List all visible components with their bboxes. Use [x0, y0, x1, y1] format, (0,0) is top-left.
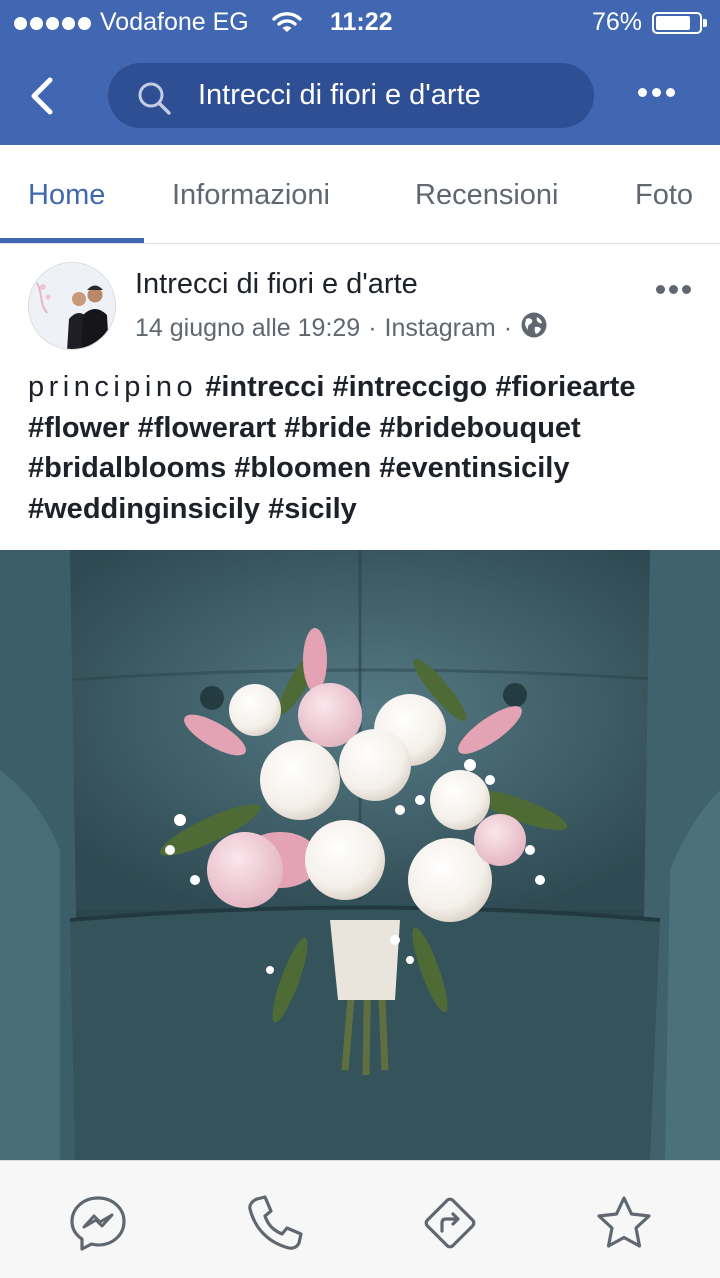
post-author[interactable]: Intrecci di fiori e d'arte: [135, 268, 418, 301]
back-icon: [31, 77, 53, 115]
meta-separator: ·: [368, 314, 377, 342]
tab-informazioni[interactable]: Informazioni: [172, 179, 330, 212]
post-options-button[interactable]: [656, 285, 691, 294]
search-bar[interactable]: [108, 63, 594, 128]
more-icon: [638, 88, 647, 97]
back-button[interactable]: [26, 76, 62, 116]
tab-home[interactable]: Home: [28, 179, 105, 212]
tab-recensioni[interactable]: Recensioni: [415, 179, 558, 212]
search-icon: [136, 80, 172, 121]
globe-icon: [520, 311, 548, 346]
phone-icon: [248, 1195, 303, 1250]
post-date[interactable]: 14 giugno alle 19:29: [135, 314, 360, 343]
status-bar: Vodafone EG 11:22 76%: [0, 0, 720, 48]
more-icon: [656, 285, 665, 294]
signal-strength-icon: [14, 17, 91, 30]
post-meta: 14 giugno alle 19:29 · Instagram ·: [135, 311, 548, 346]
page-tabs: Home Informazioni Recensioni Foto: [0, 145, 720, 244]
tab-foto[interactable]: Foto: [635, 179, 693, 212]
carrier-name: Vodafone EG: [100, 8, 249, 36]
battery-percent: 76%: [592, 8, 643, 36]
directions-button[interactable]: [420, 1193, 480, 1253]
post-text: principino #intrecci #intreccigo #fiorie…: [28, 367, 698, 529]
search-input[interactable]: [198, 75, 578, 115]
more-options-button[interactable]: [638, 88, 675, 97]
post-photo[interactable]: [0, 550, 720, 1160]
messenger-icon: [70, 1196, 126, 1251]
page-avatar[interactable]: [28, 262, 116, 350]
directions-icon: [424, 1197, 476, 1249]
battery-icon: [652, 12, 707, 34]
clock: 11:22: [330, 8, 393, 36]
wifi-icon: [272, 10, 302, 41]
call-button[interactable]: [245, 1193, 305, 1253]
active-tab-indicator: [0, 238, 144, 243]
meta-separator: ·: [503, 314, 513, 342]
messenger-button[interactable]: [68, 1193, 128, 1253]
post-caption: principino: [28, 371, 198, 403]
top-bar: Vodafone EG 11:22 76%: [0, 0, 720, 145]
save-button[interactable]: [594, 1193, 654, 1253]
star-icon: [597, 1196, 651, 1248]
post-source: Instagram: [384, 314, 496, 342]
bottom-action-bar: [0, 1160, 720, 1278]
